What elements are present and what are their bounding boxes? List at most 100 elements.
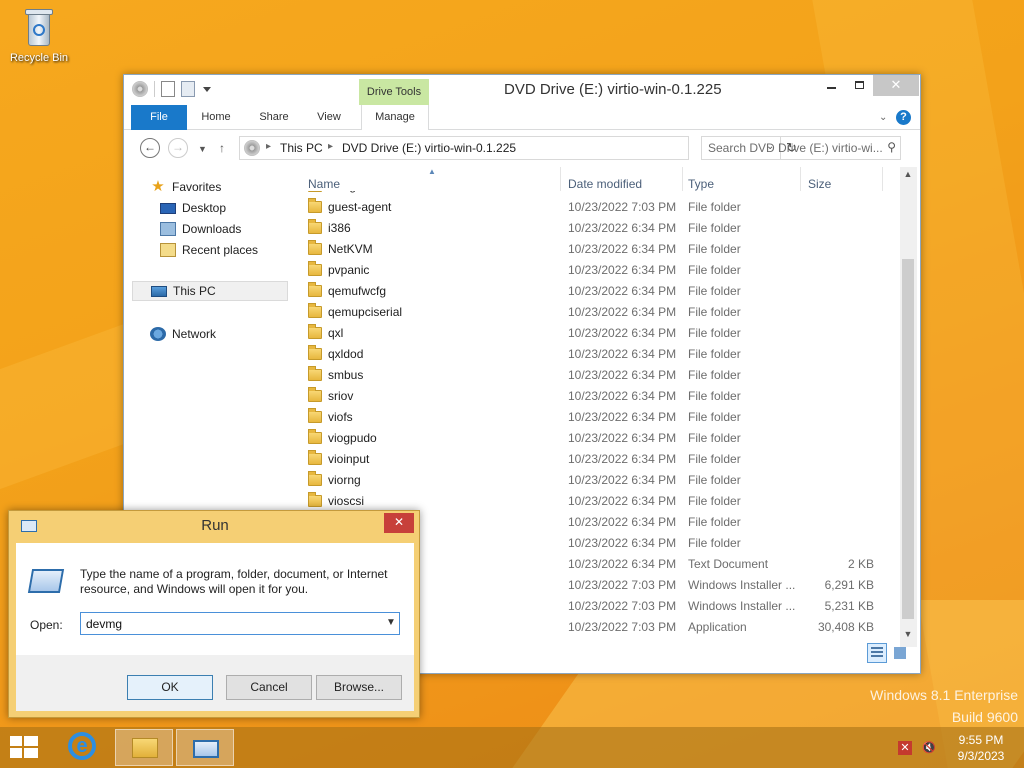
- file-size: 30,408 KB: [817, 620, 874, 634]
- volume-muted-icon[interactable]: 🔇: [922, 741, 936, 755]
- run-close-button[interactable]: ✕: [384, 513, 414, 533]
- file-type: File folder: [688, 515, 741, 529]
- scroll-down-icon[interactable]: ▼: [902, 629, 914, 639]
- forward-button[interactable]: →: [168, 138, 188, 158]
- tab-manage[interactable]: Manage: [361, 105, 429, 130]
- nav-label: This PC: [173, 284, 216, 298]
- vertical-scrollbar[interactable]: ▲ ▼: [900, 167, 917, 647]
- nav-label: Network: [172, 327, 217, 341]
- column-header-name[interactable]: Name: [308, 177, 340, 191]
- close-button[interactable]: ✕: [873, 75, 919, 96]
- nav-label: Favorites: [172, 180, 222, 194]
- breadcrumb-this-pc[interactable]: This PC: [280, 141, 323, 155]
- search-input[interactable]: Search DVD Drive (E:) virtio-wi... ⚲: [701, 136, 901, 160]
- file-row[interactable]: sriov 10/23/2022 6:34 PM File folder: [298, 386, 898, 407]
- details-view-button[interactable]: [867, 643, 887, 663]
- properties-icon[interactable]: [161, 81, 175, 97]
- folder-icon: [308, 282, 322, 297]
- file-row[interactable]: vioinput 10/23/2022 6:34 PM File folder: [298, 449, 898, 470]
- file-row[interactable]: qemufwcfg 10/23/2022 6:34 PM File folder: [298, 281, 898, 302]
- file-type: File folder: [688, 263, 741, 277]
- nav-item-network[interactable]: Network: [150, 324, 216, 344]
- tab-home[interactable]: Home: [196, 105, 236, 130]
- scroll-up-icon[interactable]: ▲: [902, 169, 914, 179]
- nav-item-recent-places[interactable]: Recent places: [160, 240, 258, 260]
- taskbar-run[interactable]: [176, 729, 234, 766]
- open-dropdown-icon[interactable]: ▼: [386, 617, 396, 628]
- file-row[interactable]: i386 10/23/2022 6:34 PM File folder: [298, 218, 898, 239]
- file-row[interactable]: qxldod 10/23/2022 6:34 PM File folder: [298, 344, 898, 365]
- back-button[interactable]: ←: [140, 138, 160, 158]
- file-row[interactable]: NetKVM 10/23/2022 6:34 PM File folder: [298, 239, 898, 260]
- column-header-size[interactable]: Size: [808, 177, 831, 191]
- file-name: pvpanic: [328, 263, 370, 277]
- breadcrumb-current[interactable]: DVD Drive (E:) virtio-win-0.1.225: [342, 141, 516, 155]
- recent-locations-dropdown[interactable]: ▼: [198, 144, 207, 154]
- folder-icon: [308, 303, 322, 318]
- tab-share[interactable]: Share: [252, 105, 296, 130]
- file-size: 5,231 KB: [824, 599, 874, 613]
- open-input[interactable]: [80, 612, 400, 635]
- nav-item-this-pc[interactable]: This PC: [132, 281, 288, 301]
- expand-ribbon-icon[interactable]: ⌄: [879, 112, 887, 123]
- file-date-modified: 10/23/2022 6:34 PM: [568, 494, 677, 508]
- column-header-type[interactable]: Type: [688, 177, 714, 191]
- address-bar[interactable]: ▸ This PC ▸ DVD Drive (E:) virtio-win-0.…: [239, 136, 797, 160]
- internet-explorer-icon[interactable]: e: [68, 732, 96, 760]
- clock[interactable]: 9:55 PM 9/3/2023: [944, 732, 1018, 764]
- drive-icon[interactable]: [132, 81, 148, 97]
- nav-item-favorites[interactable]: ★ Favorites: [150, 177, 221, 197]
- customize-dropdown-icon[interactable]: [203, 86, 211, 92]
- help-icon[interactable]: ?: [896, 110, 911, 125]
- open-label: Open:: [30, 618, 63, 632]
- file-row[interactable]: pvpanic 10/23/2022 6:34 PM File folder: [298, 260, 898, 281]
- file-type: Application: [688, 620, 747, 634]
- cancel-button[interactable]: Cancel: [226, 675, 312, 700]
- dvd-drive-icon: [244, 140, 260, 156]
- file-row[interactable]: guest-agent 10/23/2022 7:03 PM File folder: [298, 197, 898, 218]
- nav-item-downloads[interactable]: Downloads: [160, 219, 241, 239]
- start-button[interactable]: [10, 736, 38, 760]
- file-type: File folder: [688, 494, 741, 508]
- up-button[interactable]: ↑: [219, 141, 225, 155]
- details-view-icon: [871, 647, 883, 659]
- file-row[interactable]: viogpudo 10/23/2022 6:34 PM File folder: [298, 428, 898, 449]
- large-icons-view-icon: [894, 647, 906, 659]
- nav-item-desktop[interactable]: Desktop: [160, 198, 226, 218]
- file-row[interactable]: qemupciserial 10/23/2022 6:34 PM File fold…: [298, 302, 898, 323]
- large-icons-view-button[interactable]: [890, 643, 910, 663]
- run-icon: [193, 740, 219, 758]
- drive-tools-tab[interactable]: Drive Tools: [359, 79, 429, 105]
- ok-button[interactable]: OK: [127, 675, 213, 700]
- search-icon[interactable]: ⚲: [887, 140, 896, 154]
- file-row[interactable]: vioscsi 10/23/2022 6:34 PM File folder: [298, 491, 898, 512]
- tab-file[interactable]: File: [131, 105, 187, 130]
- run-titlebar[interactable]: Run: [9, 511, 421, 541]
- column-header-date-modified[interactable]: Date modified: [568, 177, 642, 191]
- run-program-icon: [27, 569, 65, 593]
- browse-button[interactable]: Browse...: [316, 675, 402, 700]
- file-date-modified: 10/23/2022 6:34 PM: [568, 431, 677, 445]
- file-row[interactable]: viofs 10/23/2022 6:34 PM File folder: [298, 407, 898, 428]
- file-name: qemupciserial: [328, 305, 403, 319]
- minimize-button[interactable]: [817, 75, 845, 96]
- network-warning-icon[interactable]: ✕: [898, 741, 912, 755]
- recycle-bin-desktop-icon[interactable]: Recycle Bin: [6, 6, 72, 64]
- navigation-bar: ← → ▼ ↑ ▸ This PC ▸ DVD Drive (E:) virti…: [124, 133, 920, 163]
- file-date-modified: 10/23/2022 7:03 PM: [568, 599, 677, 613]
- maximize-button[interactable]: [845, 75, 873, 96]
- file-date-modified: 10/23/2022 6:34 PM: [568, 389, 677, 403]
- breadcrumb-arrow-icon[interactable]: ▸: [266, 141, 271, 152]
- file-name: vioinput: [328, 452, 370, 466]
- tab-view[interactable]: View: [310, 105, 348, 130]
- file-row[interactable]: viorng 10/23/2022 6:34 PM File folder: [298, 470, 898, 491]
- taskbar-file-explorer[interactable]: [115, 729, 173, 766]
- file-row[interactable]: smbus 10/23/2022 6:34 PM File folder: [298, 365, 898, 386]
- file-row[interactable]: qxl 10/23/2022 6:34 PM File folder: [298, 323, 898, 344]
- forward-arrow-icon: →: [172, 140, 184, 154]
- new-folder-icon[interactable]: [181, 81, 195, 97]
- file-name: i386: [328, 221, 351, 235]
- scrollbar-thumb[interactable]: [902, 259, 914, 619]
- breadcrumb-arrow-icon[interactable]: ▸: [328, 141, 333, 152]
- explorer-titlebar[interactable]: Drive Tools DVD Drive (E:) virtio-win-0.…: [124, 75, 920, 105]
